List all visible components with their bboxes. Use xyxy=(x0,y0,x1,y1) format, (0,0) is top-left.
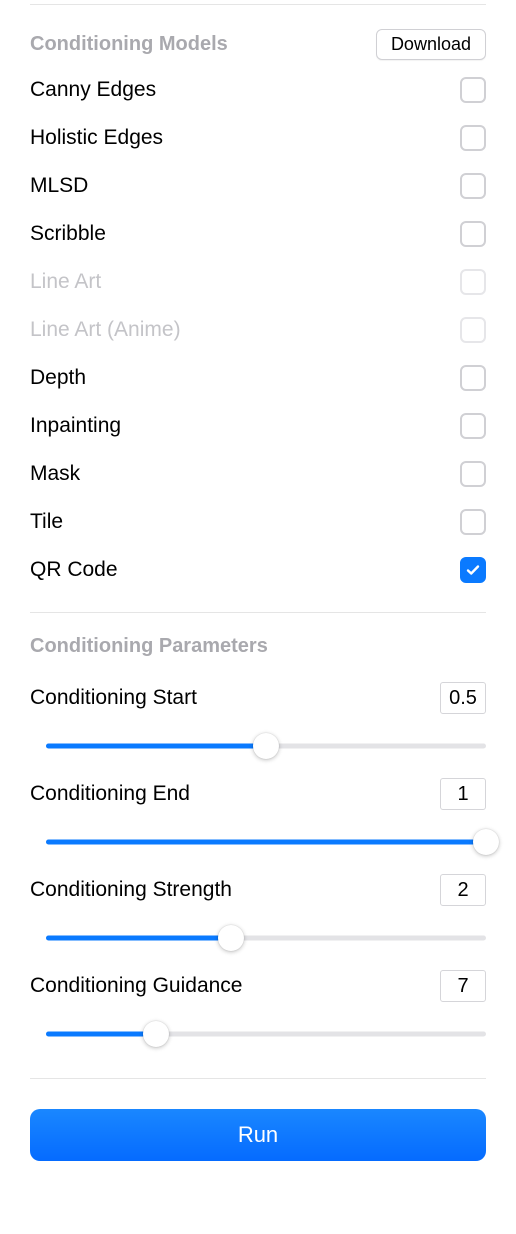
param-block: Conditioning Strength 2 xyxy=(30,874,486,952)
model-checkbox[interactable] xyxy=(460,461,486,487)
model-label: Canny Edges xyxy=(30,78,156,102)
model-checkbox xyxy=(460,317,486,343)
model-checkbox[interactable] xyxy=(460,173,486,199)
model-label: Inpainting xyxy=(30,414,121,438)
params-section-header: Conditioning Parameters xyxy=(30,613,486,664)
model-label: Holistic Edges xyxy=(30,126,163,150)
download-button[interactable]: Download xyxy=(376,29,486,60)
model-checkbox xyxy=(460,269,486,295)
param-block: Conditioning Guidance 7 xyxy=(30,970,486,1048)
check-icon xyxy=(465,562,481,578)
model-row: Mask xyxy=(30,450,486,498)
models-section-header: Conditioning Models Download xyxy=(30,5,486,66)
param-value-input[interactable]: 1 xyxy=(440,778,486,810)
model-row: Depth xyxy=(30,354,486,402)
params-section-title: Conditioning Parameters xyxy=(30,635,486,658)
conditioning-models-list: Canny Edges Holistic Edges MLSD Scribble Lin… xyxy=(30,66,486,594)
param-value-input[interactable]: 2 xyxy=(440,874,486,906)
model-row: Holistic Edges xyxy=(30,114,486,162)
param-label: Conditioning Guidance xyxy=(30,974,242,998)
slider-fill xyxy=(46,1032,156,1037)
param-label: Conditioning Strength xyxy=(30,878,232,902)
models-section-title: Conditioning Models xyxy=(30,33,228,56)
model-checkbox[interactable] xyxy=(460,557,486,583)
slider-fill xyxy=(46,744,266,749)
param-value-input[interactable]: 7 xyxy=(440,970,486,1002)
slider-thumb[interactable] xyxy=(218,925,244,951)
param-header: Conditioning Guidance 7 xyxy=(30,970,486,1002)
slider-thumb[interactable] xyxy=(473,829,499,855)
param-slider[interactable] xyxy=(30,828,486,856)
model-label: Line Art xyxy=(30,270,101,294)
slider-fill xyxy=(46,936,231,941)
param-label: Conditioning End xyxy=(30,782,190,806)
run-button[interactable]: Run xyxy=(30,1109,486,1161)
model-label: MLSD xyxy=(30,174,88,198)
param-slider[interactable] xyxy=(30,924,486,952)
param-header: Conditioning Start 0.5 xyxy=(30,682,486,714)
param-label: Conditioning Start xyxy=(30,686,197,710)
model-row: Canny Edges xyxy=(30,66,486,114)
model-checkbox[interactable] xyxy=(460,125,486,151)
param-block: Conditioning End 1 xyxy=(30,778,486,856)
model-checkbox[interactable] xyxy=(460,509,486,535)
param-header: Conditioning Strength 2 xyxy=(30,874,486,906)
conditioning-parameters-list: Conditioning Start0.5Conditioning End1Co… xyxy=(30,682,486,1048)
model-checkbox[interactable] xyxy=(460,413,486,439)
run-section: Run xyxy=(30,1078,486,1161)
param-slider[interactable] xyxy=(30,732,486,760)
slider-thumb[interactable] xyxy=(143,1021,169,1047)
model-label: Mask xyxy=(30,462,80,486)
slider-fill xyxy=(46,840,486,845)
model-label: Line Art (Anime) xyxy=(30,318,181,342)
model-checkbox[interactable] xyxy=(460,365,486,391)
model-row: Inpainting xyxy=(30,402,486,450)
model-row: QR Code xyxy=(30,546,486,594)
model-label: Scribble xyxy=(30,222,106,246)
model-row: Tile xyxy=(30,498,486,546)
model-row: Scribble xyxy=(30,210,486,258)
model-label: Depth xyxy=(30,366,86,390)
model-row: Line Art (Anime) xyxy=(30,306,486,354)
param-slider[interactable] xyxy=(30,1020,486,1048)
param-block: Conditioning Start 0.5 xyxy=(30,682,486,760)
model-row: Line Art xyxy=(30,258,486,306)
slider-thumb[interactable] xyxy=(253,733,279,759)
model-checkbox[interactable] xyxy=(460,221,486,247)
model-label: QR Code xyxy=(30,558,118,582)
param-value-input[interactable]: 0.5 xyxy=(440,682,486,714)
model-label: Tile xyxy=(30,510,63,534)
model-checkbox[interactable] xyxy=(460,77,486,103)
param-header: Conditioning End 1 xyxy=(30,778,486,810)
model-row: MLSD xyxy=(30,162,486,210)
